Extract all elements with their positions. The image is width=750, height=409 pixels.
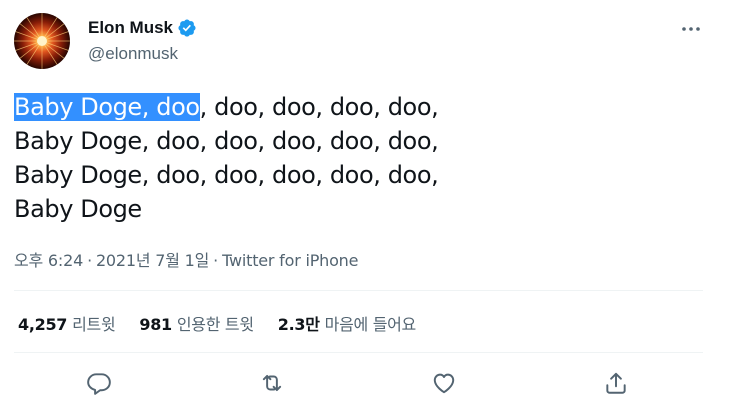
tweet-card: Elon Musk @elonmusk Baby Doge, doo, doo,… xyxy=(0,0,750,409)
retweets-label: 리트윗 xyxy=(72,315,116,334)
like-icon xyxy=(433,373,455,394)
like-button[interactable] xyxy=(431,370,457,396)
user-handle[interactable]: @elonmusk xyxy=(88,44,197,64)
quotes-label: 인용한 트윗 xyxy=(176,315,254,334)
tweet-text-line-1: Baby Doge, doo, doo, doo, doo, doo, xyxy=(14,90,714,124)
retweets-count: 4,257 xyxy=(18,315,68,334)
more-options-icon[interactable] xyxy=(680,18,702,40)
avatar-image xyxy=(14,13,70,69)
quotes-stat[interactable]: 981 인용한 트윗 xyxy=(139,311,254,335)
tweet-meta: 오후 6:24 · 2021년 7월 1일 · Twitter for iPhone xyxy=(14,247,358,271)
quotes-count: 981 xyxy=(139,315,172,334)
divider xyxy=(14,352,703,353)
likes-label: 마음에 들어요 xyxy=(324,315,417,334)
likes-count: 2.3만 xyxy=(277,315,320,334)
retweet-button[interactable] xyxy=(259,370,285,396)
retweets-stat[interactable]: 4,257 리트윗 xyxy=(18,311,116,335)
reply-button[interactable] xyxy=(86,370,112,396)
avatar[interactable] xyxy=(14,13,70,69)
tweet-timestamp[interactable]: 오후 6:24 xyxy=(14,251,83,270)
tweet-date[interactable]: 2021년 7월 1일 xyxy=(96,251,209,270)
tweet-text-line-3: Baby Doge, doo, doo, doo, doo, doo, xyxy=(14,161,439,189)
display-name[interactable]: Elon Musk xyxy=(88,18,173,38)
name-row: Elon Musk xyxy=(88,17,197,39)
tweet-text-line-1-rest: , doo, doo, doo, doo, xyxy=(199,93,439,121)
tweet-text-line-2: Baby Doge, doo, doo, doo, doo, doo, xyxy=(14,127,439,155)
tweet-text: Baby Doge, doo, doo, doo, doo, doo, Baby… xyxy=(14,90,714,226)
tweet-actions xyxy=(0,368,750,398)
meta-separator: · xyxy=(87,251,92,270)
tweet-stats: 4,257 리트윗 981 인용한 트윗 2.3만 마음에 들어요 xyxy=(18,311,440,335)
author-block: Elon Musk @elonmusk xyxy=(88,17,197,64)
tweet-source[interactable]: Twitter for iPhone xyxy=(222,251,358,270)
retweet-icon xyxy=(262,374,282,392)
tweet-text-line-4: Baby Doge xyxy=(14,195,142,223)
selected-text: Baby Doge, doo xyxy=(14,93,200,121)
share-icon xyxy=(606,372,626,394)
share-button[interactable] xyxy=(603,370,629,396)
verified-badge-icon xyxy=(177,18,197,38)
reply-icon xyxy=(87,373,111,395)
meta-separator: · xyxy=(213,251,219,270)
divider xyxy=(14,290,703,291)
likes-stat[interactable]: 2.3만 마음에 들어요 xyxy=(278,311,416,335)
